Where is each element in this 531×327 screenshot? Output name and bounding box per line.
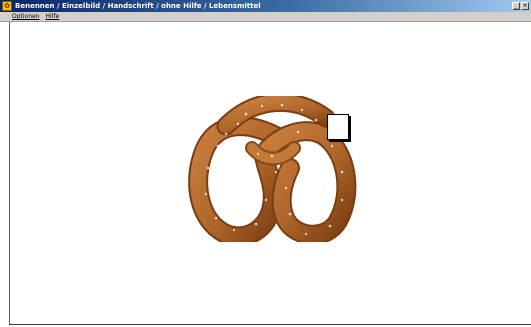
minimize-button[interactable]: _ — [512, 2, 520, 10]
menu-hilfe[interactable]: Hilfe — [43, 13, 63, 20]
app-icon: ✿ — [2, 1, 12, 11]
app-window: ✿ Benennen / Einzelbild / Handschrift / … — [0, 0, 531, 327]
window-title: Benennen / Einzelbild / Handschrift / oh… — [15, 2, 261, 10]
menu-optionen[interactable]: Optionen — [9, 13, 43, 20]
close-button[interactable]: × — [521, 2, 529, 10]
bottom-border — [9, 324, 531, 325]
menu-bar: Optionen Hilfe — [0, 12, 531, 22]
title-bar[interactable]: ✿ Benennen / Einzelbild / Handschrift / … — [0, 0, 531, 12]
answer-card[interactable] — [327, 114, 349, 140]
window-controls: _ × — [512, 2, 529, 10]
